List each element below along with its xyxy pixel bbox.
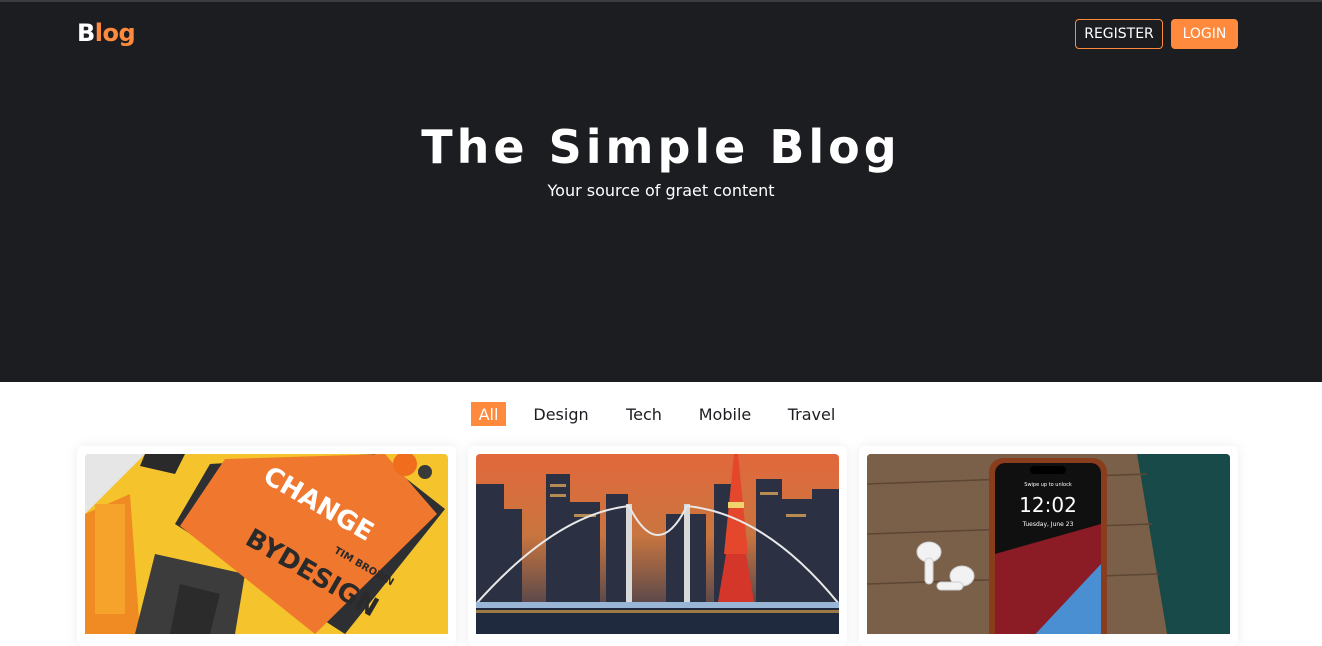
- hero-title: The Simple Blog: [421, 120, 901, 174]
- hero-subtitle: Your source of graet content: [547, 181, 775, 200]
- login-button[interactable]: LOGIN: [1171, 19, 1238, 49]
- logo-rest: log: [94, 19, 136, 47]
- filter-travel[interactable]: Travel: [780, 402, 843, 426]
- phone-earbuds-image: 12:02 Tuesday, June 23 Swipe up to unloc…: [867, 454, 1230, 634]
- post-card[interactable]: [468, 446, 847, 646]
- post-card[interactable]: 12:02 Tuesday, June 23 Swipe up to unloc…: [859, 446, 1238, 646]
- filter-mobile[interactable]: Mobile: [692, 402, 758, 426]
- filter-design[interactable]: Design: [526, 402, 596, 426]
- post-card[interactable]: CHANGE BY DESIGN TIM BROWN: [77, 446, 456, 646]
- filter-tech[interactable]: Tech: [618, 402, 670, 426]
- design-book-image: CHANGE BY DESIGN TIM BROWN: [85, 454, 448, 634]
- filter-all[interactable]: All: [471, 402, 506, 426]
- logo-first-letter: B: [77, 19, 95, 47]
- phone-time: 12:02: [1019, 493, 1077, 517]
- city-bridge-night-image: [476, 454, 839, 634]
- category-filters: All Design Tech Mobile Travel: [0, 402, 1322, 426]
- logo[interactable]: Blog: [77, 19, 136, 47]
- register-button[interactable]: REGISTER: [1075, 19, 1163, 49]
- hero-section: Blog REGISTER LOGIN The Simple Blog Your…: [0, 0, 1322, 382]
- phone-unlock-text: Swipe up to unlock: [1024, 482, 1072, 488]
- phone-date: Tuesday, June 23: [1022, 521, 1074, 528]
